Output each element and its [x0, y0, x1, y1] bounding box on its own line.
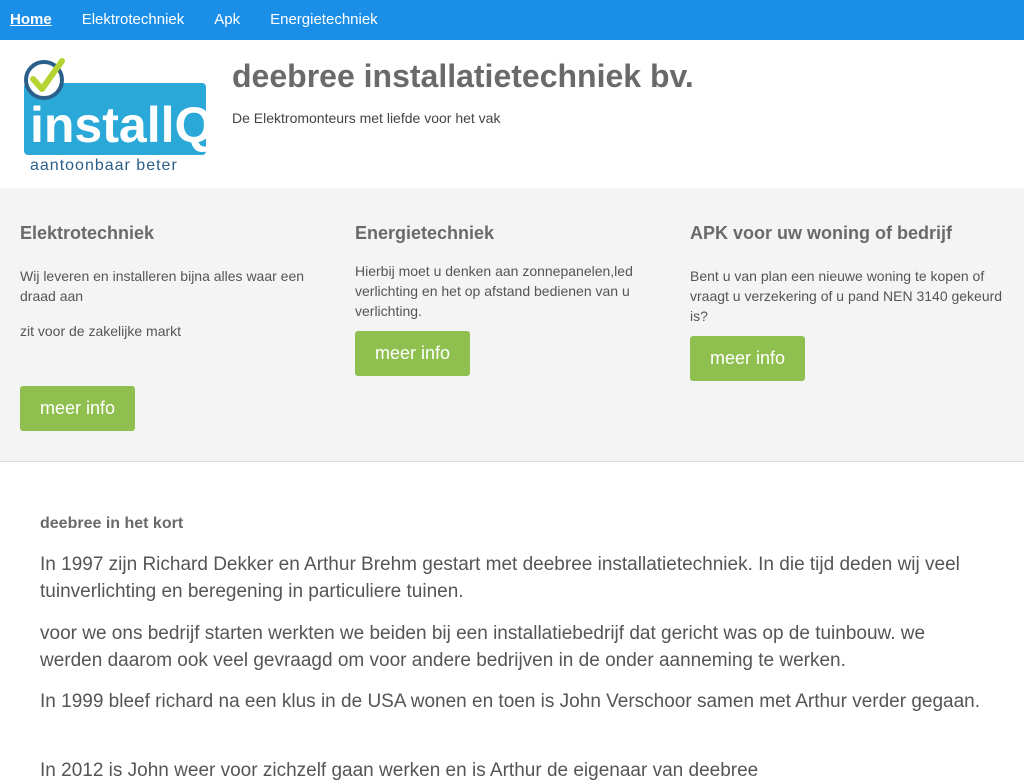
service-description: Hierbij moet u denken aan zonnepanelen,l…	[355, 263, 633, 319]
service-title: Elektrotechniek	[20, 223, 155, 243]
service-description: zit voor de zakelijke markt	[20, 323, 182, 339]
nav-item-home[interactable]: Home	[10, 0, 52, 40]
about-paragraph: voor we ons bedrijf starten werkten we b…	[40, 623, 926, 671]
top-navigation: Home Elektrotechniek Apk Energietechniek	[0, 0, 1024, 40]
service-title: APK voor uw woning of bedrijf	[690, 223, 952, 243]
about-paragraph: In 1999 bleef richard na een klus in de …	[40, 691, 981, 712]
meer-info-button[interactable]: meer info	[355, 331, 470, 376]
about-paragraph: In 1997 zijn Richard Dekker en Arthur Br…	[40, 554, 960, 602]
meer-info-button[interactable]: meer info	[690, 336, 805, 381]
services-section: Elektrotechniek Wij leveren en installer…	[0, 188, 1024, 462]
service-description: Wij leveren en installeren bijna alles w…	[20, 268, 305, 304]
service-title: Energietechniek	[355, 223, 495, 243]
installq-logo[interactable]: installQ aantoonbaar beter	[20, 58, 210, 174]
nav-item-apk[interactable]: Apk	[214, 0, 240, 40]
site-header: installQ aantoonbaar beter deebree insta…	[0, 40, 1024, 188]
site-tagline: De Elektromonteurs met liefde voor het v…	[232, 110, 501, 126]
logo-brand-text: installQ	[30, 97, 210, 153]
nav-item-energietechniek[interactable]: Energietechniek	[270, 0, 378, 40]
service-description: Bent u van plan een nieuwe woning te kop…	[690, 268, 1003, 324]
about-paragraph: In 2012 is John weer voor zichzelf gaan …	[40, 760, 759, 781]
nav-item-elektrotechniek[interactable]: Elektrotechniek	[82, 0, 185, 40]
about-heading: deebree in het kort	[40, 515, 184, 532]
logo-tagline-text: aantoonbaar beter	[30, 157, 178, 174]
meer-info-button[interactable]: meer info	[20, 386, 135, 431]
site-title: deebree installatietechniek bv.	[232, 58, 694, 94]
